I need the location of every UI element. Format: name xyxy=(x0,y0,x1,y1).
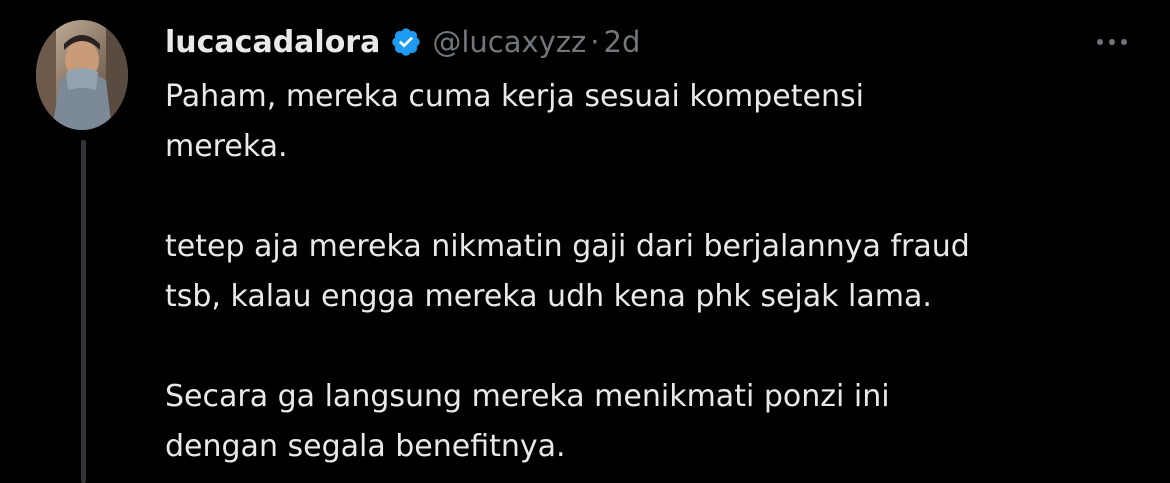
tweet-text-line: Paham, mereka cuma kerja sesuai kompeten… xyxy=(165,79,864,114)
author-display-name[interactable]: lucacadalora xyxy=(165,25,380,60)
thread-line xyxy=(81,140,86,483)
tweet-paragraph: Paham, mereka cuma kerja sesuai kompeten… xyxy=(165,72,1105,172)
more-options-icon[interactable] xyxy=(1094,32,1130,52)
tweet-text-line: dengan segala benefitnya. xyxy=(165,429,566,464)
tweet-paragraph: Secara ga langsung mereka menikmati ponz… xyxy=(165,372,1105,472)
tweet-text-line: tsb, kalau engga mereka udh kena phk sej… xyxy=(165,279,932,314)
tweet-text-line: mereka. xyxy=(165,129,288,164)
verified-badge-icon[interactable] xyxy=(390,26,422,58)
author-handle[interactable]: @lucaxyzz xyxy=(432,25,586,59)
avatar-photo-icon xyxy=(36,20,128,130)
tweet-text-line: tetep aja mereka nikmatin gaji dari berj… xyxy=(165,229,970,264)
tweet-timestamp[interactable]: 2d xyxy=(604,25,641,59)
tweet-card[interactable]: lucacadalora @lucaxyzz · 2d Paham, merek… xyxy=(0,0,1170,483)
separator-dot: · xyxy=(590,25,600,59)
tweet-text-line: Secara ga langsung mereka menikmati ponz… xyxy=(165,379,890,414)
tweet-header: lucacadalora @lucaxyzz · 2d xyxy=(165,16,640,68)
avatar[interactable] xyxy=(36,20,128,130)
tweet-text: Paham, mereka cuma kerja sesuai kompeten… xyxy=(165,72,1105,472)
tweet-paragraph: tetep aja mereka nikmatin gaji dari berj… xyxy=(165,222,1105,322)
